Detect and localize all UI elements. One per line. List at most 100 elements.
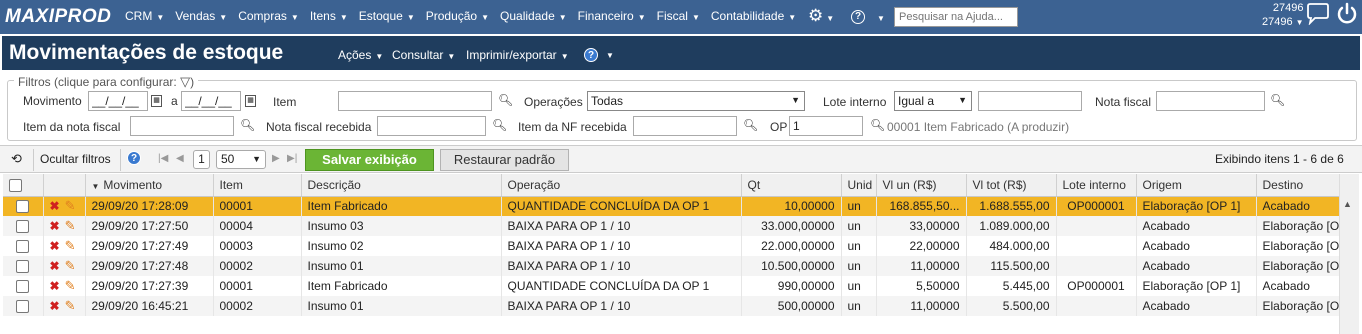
row-checkbox[interactable] bbox=[16, 260, 30, 274]
lote-input[interactable] bbox=[978, 91, 1082, 111]
search-icon[interactable]: 🔍︎ bbox=[492, 118, 507, 132]
row-checkbox[interactable] bbox=[16, 200, 30, 214]
delete-icon[interactable]: ✖ bbox=[50, 219, 60, 233]
nota-recebida-input[interactable] bbox=[377, 116, 486, 136]
menu-itens[interactable]: Itens ▼ bbox=[310, 9, 348, 23]
column-item[interactable]: Item bbox=[213, 174, 302, 197]
menu-contabilidade[interactable]: Contabilidade ▼ bbox=[711, 9, 796, 23]
delete-icon[interactable]: ✖ bbox=[50, 259, 60, 273]
hide-filters-button[interactable]: Ocultar filtros bbox=[40, 152, 111, 166]
table-row[interactable]: ✖ ✎ 29/09/20 16:45:21 00002 Insumo 01 BAI… bbox=[3, 296, 1340, 316]
column-vl-tot[interactable]: Vl tot (R$) bbox=[966, 174, 1057, 197]
menu-acoes[interactable]: Ações ▼ bbox=[338, 48, 383, 62]
row-select-cell[interactable] bbox=[3, 296, 44, 316]
table-row[interactable]: ✖ ✎ 29/09/20 17:27:48 00002 Insumo 01 BAI… bbox=[3, 256, 1340, 276]
help-icon[interactable]: ? ▼ bbox=[851, 6, 885, 29]
row-checkbox[interactable] bbox=[16, 220, 30, 234]
user-account[interactable]: 27496 27496 ▼ bbox=[1262, 1, 1304, 30]
page-number[interactable]: 1 bbox=[193, 150, 210, 169]
table-row[interactable]: ✖ ✎ 29/09/20 17:27:39 00001 Item Fabricad… bbox=[3, 276, 1340, 296]
search-icon[interactable]: 🔍︎ bbox=[498, 93, 513, 107]
date-from-input[interactable] bbox=[88, 91, 148, 111]
delete-icon[interactable]: ✖ bbox=[50, 239, 60, 253]
column-lote[interactable]: Lote interno bbox=[1056, 174, 1137, 197]
item-nf-recebida-input[interactable] bbox=[633, 116, 737, 136]
app-logo[interactable]: MAXIPROD bbox=[5, 6, 111, 28]
grid-help-button[interactable]: ? bbox=[127, 150, 141, 165]
select-all-checkbox[interactable] bbox=[9, 178, 22, 192]
row-checkbox[interactable] bbox=[16, 240, 30, 254]
delete-icon[interactable]: ✖ bbox=[50, 279, 60, 293]
column-destino[interactable]: Destino bbox=[1256, 174, 1340, 197]
filters-legend[interactable]: Filtros (clique para configurar: ▽) bbox=[14, 74, 199, 90]
menu-fiscal[interactable]: Fiscal ▼ bbox=[657, 9, 700, 23]
chat-icon[interactable] bbox=[1306, 3, 1330, 25]
page-size-select[interactable]: 50 ▼ bbox=[216, 150, 266, 169]
refresh-icon[interactable]: ⟲ bbox=[11, 151, 22, 167]
table-row[interactable]: ✖ ✎ 29/09/20 17:27:50 00004 Insumo 03 BAI… bbox=[3, 216, 1340, 236]
menu-estoque[interactable]: Estoque ▼ bbox=[359, 9, 415, 23]
search-icon[interactable]: 🔍︎ bbox=[1270, 93, 1285, 107]
page-help-button[interactable]: ? ▼ bbox=[584, 47, 614, 62]
item-input[interactable] bbox=[338, 91, 492, 111]
column-qt[interactable]: Qt bbox=[741, 174, 842, 197]
edit-pencil-icon[interactable]: ✎ bbox=[65, 298, 76, 313]
column-descricao[interactable]: Descrição bbox=[301, 174, 502, 197]
row-select-cell[interactable] bbox=[3, 196, 44, 216]
operacoes-select[interactable]: Todas ▼ bbox=[587, 91, 805, 111]
lote-operator-select[interactable]: Igual a ▼ bbox=[894, 91, 972, 111]
table-row[interactable]: ✖ ✎ 29/09/20 17:27:49 00003 Insumo 02 BAI… bbox=[3, 236, 1340, 256]
menu-consultar[interactable]: Consultar ▼ bbox=[392, 48, 455, 62]
calendar-icon[interactable]: ▦ bbox=[245, 95, 256, 107]
row-select-cell[interactable] bbox=[3, 276, 44, 296]
edit-pencil-icon[interactable]: ✎ bbox=[65, 238, 76, 253]
row-select-cell[interactable] bbox=[3, 236, 44, 256]
save-view-button[interactable]: Salvar exibição bbox=[305, 149, 434, 171]
column-vl-un[interactable]: Vl un (R$) bbox=[876, 174, 967, 197]
search-icon[interactable]: 🔍︎ bbox=[240, 118, 255, 132]
menu-qualidade[interactable]: Qualidade ▼ bbox=[500, 9, 567, 23]
calendar-icon[interactable]: ▦ bbox=[151, 95, 162, 107]
restore-default-button[interactable]: Restaurar padrão bbox=[440, 149, 569, 171]
power-icon[interactable] bbox=[1335, 2, 1359, 26]
filter-icon[interactable]: ▽ bbox=[180, 74, 190, 89]
column-movimento[interactable]: ▼ Movimento bbox=[85, 174, 214, 197]
menu-crm[interactable]: CRM ▼ bbox=[125, 9, 164, 23]
gear-icon[interactable]: ⚙ ▼ bbox=[808, 6, 834, 29]
nota-fiscal-label: Nota fiscal bbox=[1095, 95, 1152, 109]
item-nota-input[interactable] bbox=[130, 116, 234, 136]
scroll-up-icon[interactable]: ▲ bbox=[1343, 199, 1352, 209]
search-icon[interactable]: 🔍︎ bbox=[870, 118, 885, 132]
delete-icon[interactable]: ✖ bbox=[50, 199, 60, 213]
search-icon[interactable]: 🔍︎ bbox=[743, 118, 758, 132]
edit-pencil-icon[interactable]: ✎ bbox=[65, 198, 76, 213]
last-page-icon[interactable]: ▶| bbox=[287, 153, 297, 164]
date-to-input[interactable] bbox=[181, 91, 241, 111]
help-search-input[interactable] bbox=[894, 7, 1018, 27]
vertical-scrollbar[interactable] bbox=[1339, 174, 1359, 334]
row-checkbox[interactable] bbox=[16, 300, 30, 314]
op-input[interactable] bbox=[789, 116, 863, 136]
table-row[interactable]: ✖ ✎ 29/09/20 17:28:09 00001 Item Fabricad… bbox=[3, 196, 1340, 216]
row-select-cell[interactable] bbox=[3, 216, 44, 236]
menu-compras[interactable]: Compras ▼ bbox=[238, 9, 299, 23]
row-select-cell[interactable] bbox=[3, 256, 44, 276]
menu-imprimir-exportar[interactable]: Imprimir/exportar ▼ bbox=[466, 48, 569, 62]
prev-page-icon[interactable]: ◀ bbox=[176, 153, 184, 164]
column-unid[interactable]: Unid bbox=[841, 174, 877, 197]
menu-vendas[interactable]: Vendas ▼ bbox=[175, 9, 227, 23]
menu-financeiro[interactable]: Financeiro ▼ bbox=[578, 9, 646, 23]
edit-pencil-icon[interactable]: ✎ bbox=[65, 278, 76, 293]
edit-pencil-icon[interactable]: ✎ bbox=[65, 218, 76, 233]
delete-icon[interactable]: ✖ bbox=[50, 299, 60, 313]
column-operacao[interactable]: Operação bbox=[501, 174, 742, 197]
nota-fiscal-input[interactable] bbox=[1156, 91, 1265, 111]
next-page-icon[interactable]: ▶ bbox=[272, 153, 280, 164]
first-page-icon[interactable]: |◀ bbox=[158, 153, 168, 164]
row-checkbox[interactable] bbox=[16, 280, 30, 294]
edit-pencil-icon[interactable]: ✎ bbox=[65, 258, 76, 273]
column-origem[interactable]: Origem bbox=[1136, 174, 1257, 197]
menu-label: Itens bbox=[309, 9, 336, 23]
menu-producao[interactable]: Produção ▼ bbox=[426, 9, 489, 23]
select-all-header[interactable] bbox=[3, 174, 44, 197]
